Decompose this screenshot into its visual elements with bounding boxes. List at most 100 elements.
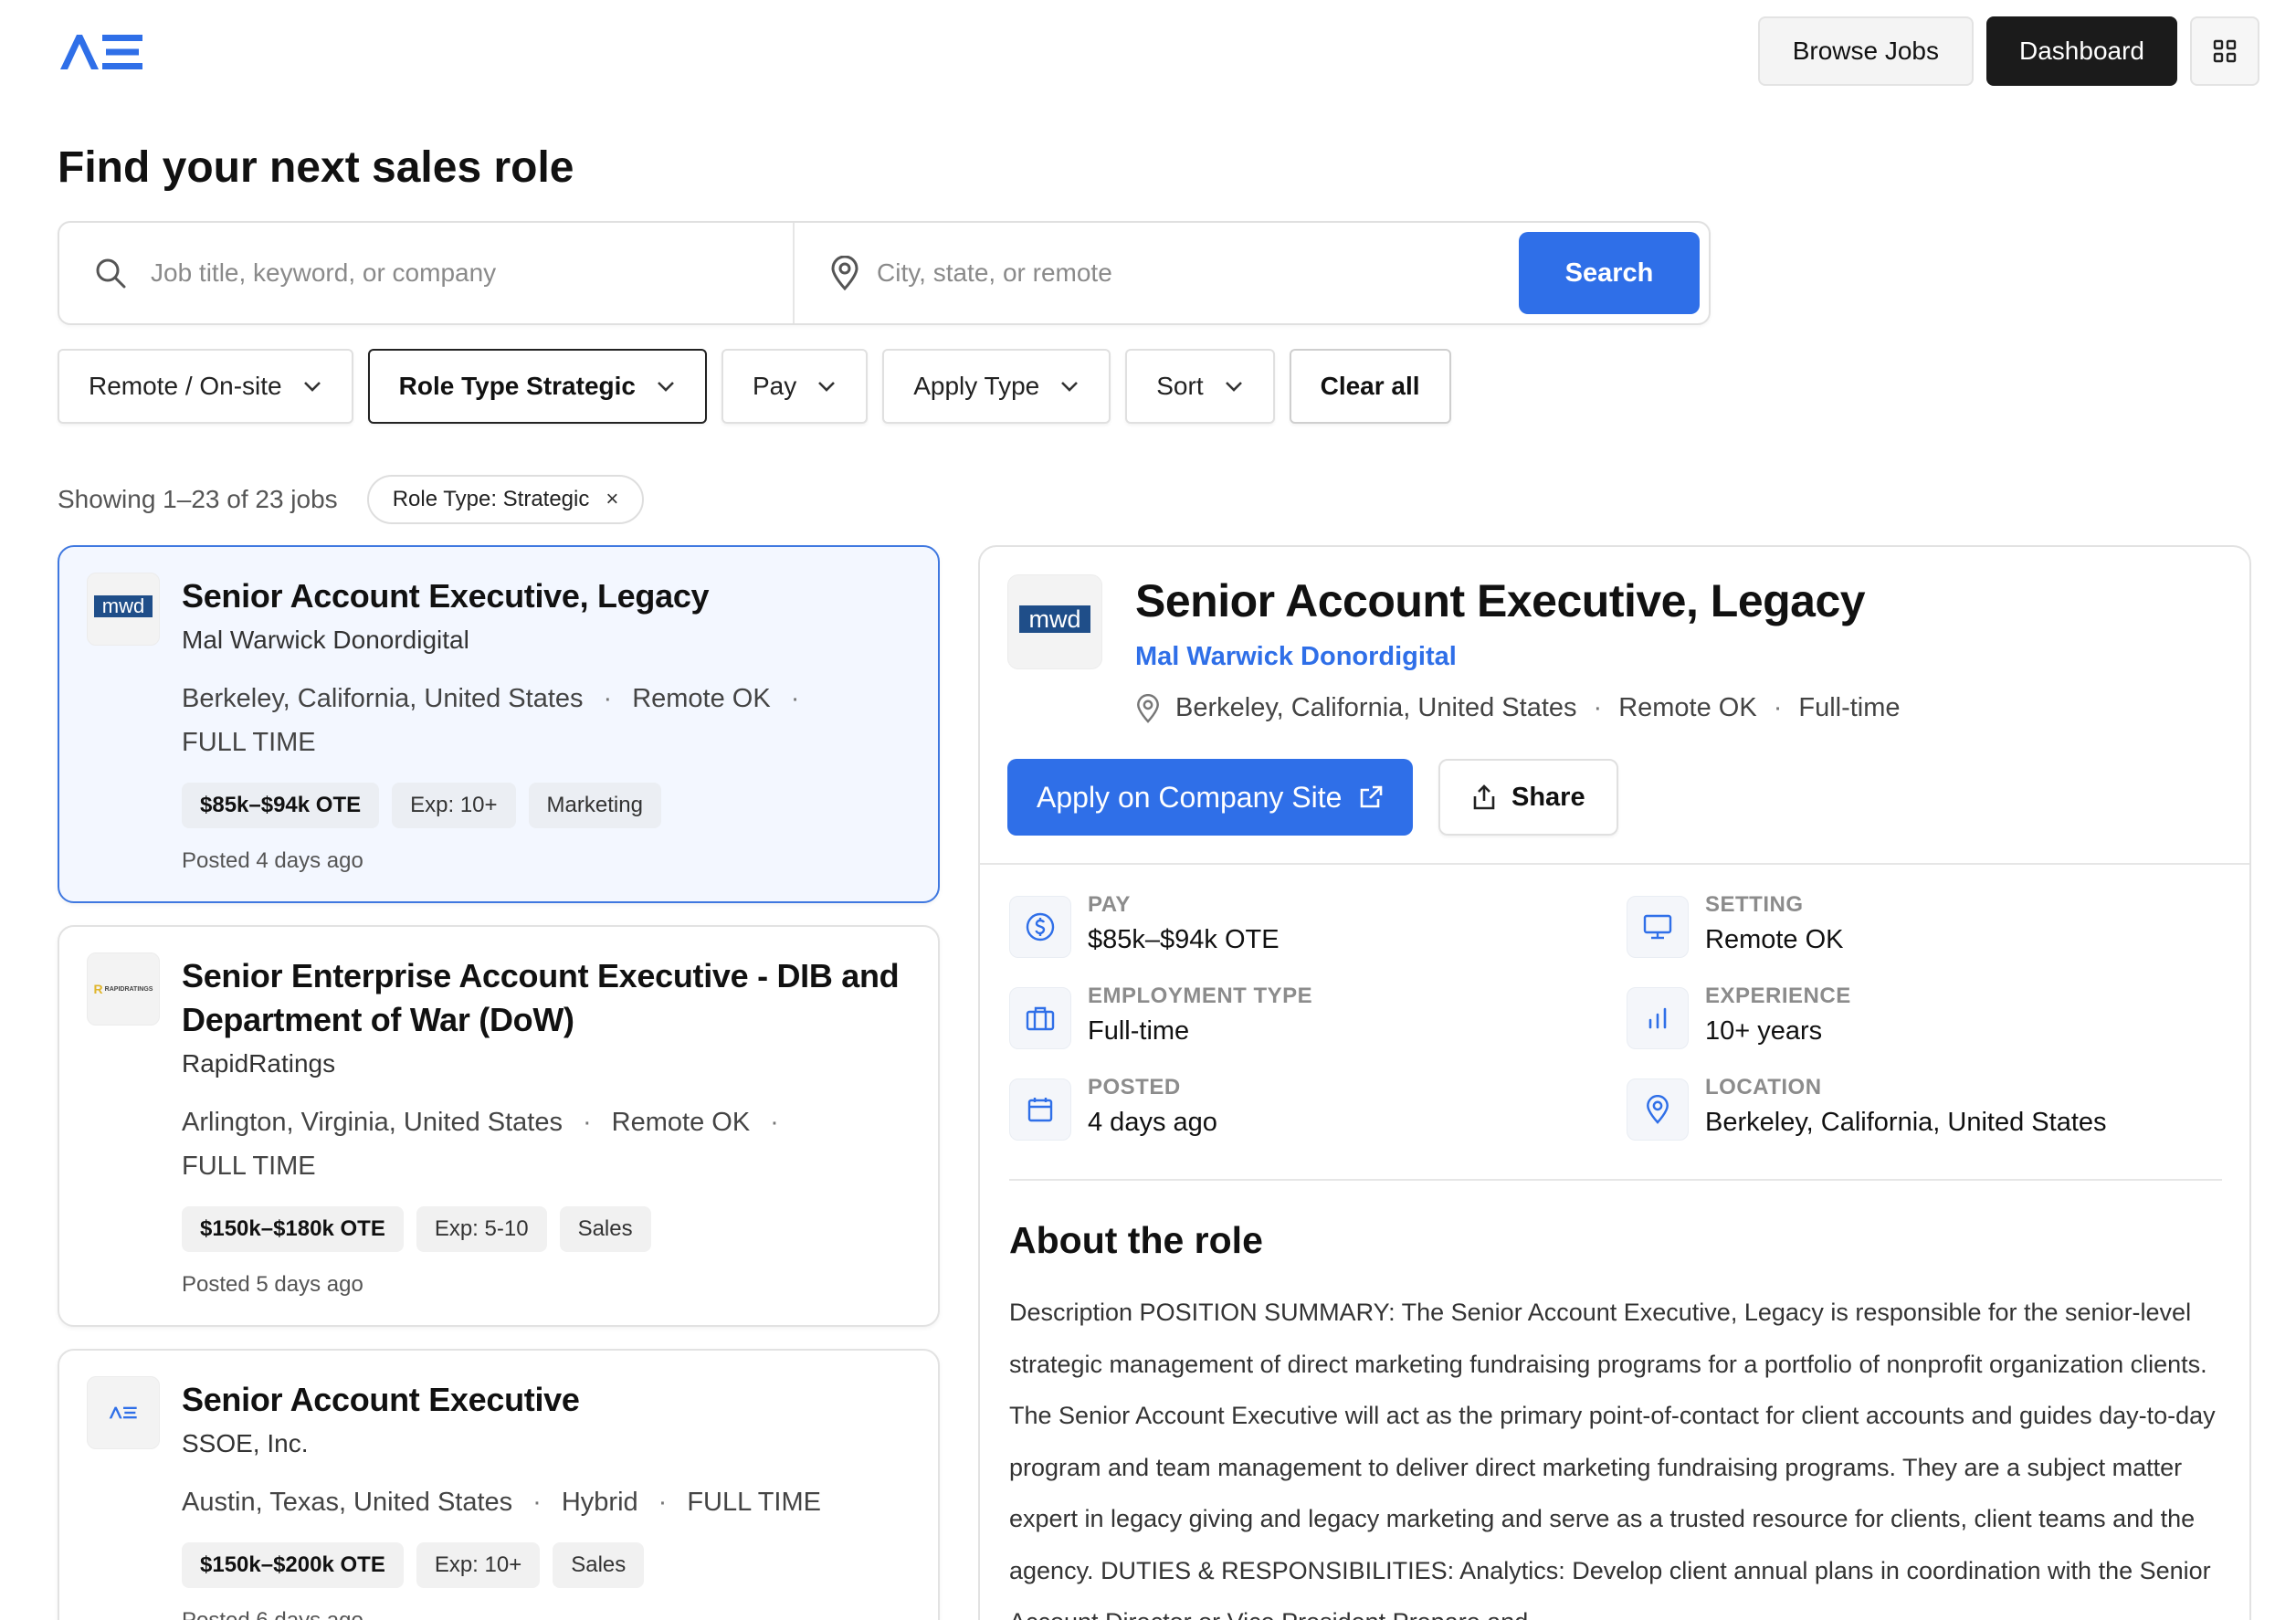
filter-pay[interactable]: Pay — [721, 349, 869, 424]
job-type: FULL TIME — [182, 728, 316, 757]
job-title[interactable]: Senior Account Executive, Legacy — [182, 574, 901, 618]
divider — [1009, 1179, 2222, 1181]
dashboard-button[interactable]: Dashboard — [1986, 16, 2177, 86]
experience-tag: Exp: 10+ — [416, 1542, 541, 1588]
company-name: SSOE, Inc. — [182, 1429, 309, 1457]
grid-icon — [2213, 39, 2237, 63]
close-icon[interactable]: × — [606, 487, 618, 512]
external-link-icon — [1361, 785, 1383, 808]
briefcase-icon — [1026, 1006, 1055, 1031]
clear-all-button[interactable]: Clear all — [1289, 349, 1451, 424]
job-card[interactable]: R RAPIDRATINGS Senior Enterprise Account… — [58, 925, 940, 1327]
job-card[interactable]: Senior Account Executive SSOE, Inc. Aust… — [58, 1349, 940, 1620]
dollar-icon — [1026, 912, 1055, 941]
location-pin-icon — [1647, 1095, 1669, 1124]
job-type: FULL TIME — [182, 1152, 316, 1181]
job-remote: Remote OK — [611, 1108, 751, 1137]
company-logo — [87, 1376, 160, 1449]
chip-label: Role Type: Strategic — [392, 487, 590, 511]
pay-tag: $85k–$94k OTE — [182, 783, 380, 828]
fact-employment-type: EMPLOYMENT TYPE Full-time — [1009, 984, 1594, 1057]
chevron-down-icon — [658, 382, 674, 392]
calendar-icon — [1027, 1098, 1053, 1122]
results-count: Showing 1–23 of 23 jobs — [58, 485, 338, 513]
keyword-search-input[interactable] — [59, 223, 793, 323]
monitor-icon — [1643, 914, 1672, 940]
search-bar: Search — [58, 221, 1711, 325]
apply-label: Apply on Company Site — [1037, 780, 1343, 814]
pay-tag: $150k–$200k OTE — [182, 1542, 404, 1588]
job-title[interactable]: Senior Enterprise Account Executive - DI… — [182, 954, 901, 1042]
ae-logo-icon — [109, 1406, 137, 1419]
posted-date: Posted 4 days ago — [182, 848, 363, 873]
company-logo: R RAPIDRATINGS — [87, 952, 160, 1026]
fact-value: Berkeley, California, United States — [1705, 1108, 2107, 1137]
category-tag: Marketing — [528, 783, 661, 828]
search-icon — [96, 258, 126, 289]
fact-value: Remote OK — [1705, 925, 1844, 954]
filter-label: Pay — [752, 372, 797, 400]
top-nav: Browse Jobs Dashboard — [1757, 16, 2259, 86]
detail-location: Berkeley, California, United States — [1175, 693, 1577, 722]
logo-text: RAPIDRATINGS — [104, 985, 153, 993]
share-button[interactable]: Share — [1438, 759, 1618, 836]
share-icon — [1473, 784, 1495, 810]
detail-remote: Remote OK — [1618, 693, 1757, 722]
chevron-down-icon — [303, 382, 321, 392]
job-remote: Hybrid — [561, 1488, 638, 1517]
fact-posted: POSTED 4 days ago — [1009, 1075, 1594, 1148]
filter-role-type[interactable]: Role Type Strategic — [367, 349, 707, 424]
company-logo: mwd — [87, 573, 160, 646]
posted-date: Posted 6 days ago — [182, 1608, 901, 1620]
location-pin-icon — [1137, 693, 1159, 723]
posted-date: Posted 5 days ago — [182, 1272, 363, 1297]
job-meta: Arlington, Virginia, United States · Remot… — [182, 1108, 779, 1181]
fact-value: Full-time — [1088, 1016, 1190, 1046]
search-button[interactable]: Search — [1519, 232, 1700, 314]
about-the-role-text: Description POSITION SUMMARY: The Senior… — [1009, 1299, 2216, 1620]
filter-apply-type[interactable]: Apply Type — [882, 349, 1111, 424]
detail-type: Full-time — [1798, 693, 1901, 722]
location-field — [795, 223, 1519, 323]
logo-text: mwd — [94, 595, 153, 617]
job-remote: Remote OK — [632, 684, 771, 713]
job-detail-panel: mwd Senior Account Executive, Legacy Mal… — [978, 545, 2251, 1620]
fact-value: $85k–$94k OTE — [1088, 925, 1280, 954]
experience-tag: Exp: 5-10 — [416, 1206, 547, 1252]
fact-label: EXPERIENCE — [1705, 984, 1851, 1008]
company-name: RapidRatings — [182, 1049, 336, 1078]
browse-jobs-button[interactable]: Browse Jobs — [1757, 16, 1975, 86]
chevron-down-icon — [1061, 382, 1079, 392]
page-title: Find your next sales role — [58, 143, 574, 192]
chevron-down-icon — [1225, 382, 1242, 392]
filter-label: Role Type Strategic — [398, 372, 636, 400]
ae-logo-icon[interactable] — [58, 33, 146, 71]
apply-on-company-site-button[interactable]: Apply on Company Site — [1007, 759, 1414, 836]
logo-text: mwd — [1019, 605, 1090, 633]
job-location: Berkeley, California, United States — [182, 684, 584, 713]
fact-label: POSTED — [1088, 1075, 1181, 1099]
fact-pay: PAY $85k–$94k OTE — [1009, 892, 1594, 965]
filter-label: Apply Type — [913, 372, 1040, 400]
job-tags: $150k–$200k OTE Exp: 10+ Sales — [182, 1542, 901, 1588]
experience-tag: Exp: 10+ — [392, 783, 516, 828]
filter-sort[interactable]: Sort — [1125, 349, 1275, 424]
fact-label: LOCATION — [1705, 1075, 1822, 1099]
fact-value: 4 days ago — [1088, 1108, 1217, 1137]
job-card[interactable]: mwd Senior Account Executive, Legacy Mal… — [58, 545, 940, 903]
job-location: Austin, Texas, United States — [182, 1488, 513, 1517]
location-search-input[interactable] — [795, 223, 1519, 323]
grid-menu-button[interactable] — [2190, 16, 2259, 86]
job-tags: $85k–$94k OTE Exp: 10+ Marketing — [182, 783, 901, 828]
job-meta: Austin, Texas, United States · Hybrid · FULL… — [182, 1488, 821, 1517]
detail-company-link[interactable]: Mal Warwick Donordigital — [1135, 642, 1457, 672]
divider — [980, 863, 2249, 865]
active-filter-chip[interactable]: Role Type: Strategic × — [366, 475, 645, 524]
location-pin-icon — [831, 256, 858, 290]
filter-label: Remote / On-site — [89, 372, 282, 400]
company-logo: mwd — [1007, 574, 1102, 669]
fact-label: EMPLOYMENT TYPE — [1088, 984, 1313, 1008]
job-title[interactable]: Senior Account Executive — [182, 1378, 901, 1422]
filter-remote-onsite[interactable]: Remote / On-site — [58, 349, 353, 424]
results-meta: Showing 1–23 of 23 jobs Role Type: Strat… — [58, 475, 645, 524]
